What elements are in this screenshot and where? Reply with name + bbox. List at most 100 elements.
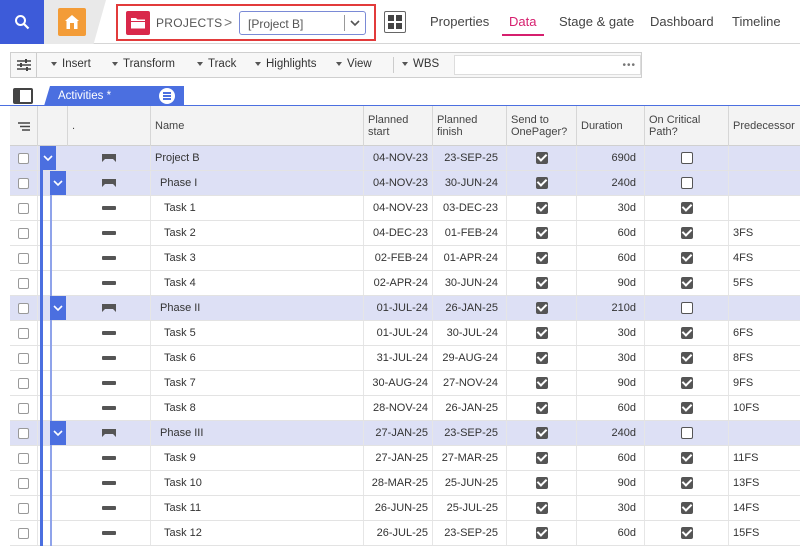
planned-finish[interactable]: 27-NOV-24 [443,377,498,389]
search-button[interactable] [0,0,44,44]
duration[interactable]: 240d [612,177,636,189]
activity-name[interactable]: Task 8 [164,402,196,414]
table-row[interactable]: Task 10 28-MAR-25 25-JUN-25 90d 13FS [10,471,800,496]
column-header-name[interactable]: Name [151,106,364,146]
row-select-checkbox[interactable] [18,152,29,164]
predecessor[interactable]: 14FS [733,502,759,514]
tab-properties[interactable]: Properties [430,14,489,29]
send-to-onepager-checkbox[interactable] [535,427,548,439]
row-select-checkbox[interactable] [18,252,29,264]
planned-start[interactable]: 30-AUG-24 [372,377,428,389]
column-header-duration[interactable]: Duration [577,106,645,146]
table-row[interactable]: Task 8 28-NOV-24 26-JAN-25 60d 10FS [10,396,800,421]
column-header-planned-finish[interactable]: Planned finish [433,106,507,146]
column-header-planned-start[interactable]: Planned start [364,106,433,146]
table-row[interactable]: Task 6 31-JUL-24 29-AUG-24 30d 8FS [10,346,800,371]
home-button[interactable] [58,8,86,36]
table-row[interactable]: Phase II 01-JUL-24 26-JAN-25 210d [10,296,800,321]
planned-start[interactable]: 02-FEB-24 [375,252,428,264]
activity-name[interactable]: Task 5 [164,327,196,339]
planned-finish[interactable]: 30-JUN-24 [445,277,498,289]
duration[interactable]: 60d [618,527,636,539]
planned-start[interactable]: 26-JUL-25 [377,527,428,539]
row-select-checkbox[interactable] [18,452,29,464]
duration[interactable]: 210d [612,302,636,314]
predecessor[interactable]: 3FS [733,227,753,239]
activity-name[interactable]: Phase II [160,302,200,314]
send-to-onepager-checkbox[interactable] [535,302,548,314]
activity-name[interactable]: Task 4 [164,277,196,289]
activity-name[interactable]: Task 10 [164,477,202,489]
expand-toggle[interactable] [50,296,66,320]
send-to-onepager-checkbox[interactable] [535,252,548,264]
more-dots-icon[interactable]: ••• [622,60,636,71]
duration[interactable]: 90d [618,377,636,389]
duration[interactable]: 60d [618,227,636,239]
planned-finish[interactable]: 01-APR-24 [444,252,498,264]
column-header-dot[interactable]: . [68,106,151,146]
table-row[interactable]: Task 11 26-JUN-25 25-JUL-25 30d 14FS [10,496,800,521]
predecessor[interactable]: 8FS [733,352,753,364]
expand-toggle[interactable] [50,421,66,445]
planned-finish[interactable]: 23-SEP-25 [444,427,498,439]
column-header-send[interactable]: Send to OnePager? [507,106,577,146]
panel-toggle-icon[interactable] [13,88,33,104]
tab-timeline[interactable]: Timeline [732,14,781,29]
activity-name[interactable]: Task 11 [164,502,201,514]
row-select-checkbox[interactable] [18,302,29,314]
activity-name[interactable]: Task 6 [164,352,196,364]
row-menu-header[interactable] [10,106,38,146]
critical-path-checkbox[interactable] [680,277,693,289]
send-to-onepager-checkbox[interactable] [535,227,548,239]
duration[interactable]: 90d [618,477,636,489]
tab-menu-icon[interactable] [159,88,175,104]
send-to-onepager-checkbox[interactable] [535,277,548,289]
row-select-checkbox[interactable] [18,427,29,439]
duration[interactable]: 90d [618,277,636,289]
duration[interactable]: 60d [618,252,636,264]
row-select-checkbox[interactable] [18,202,29,214]
send-to-onepager-checkbox[interactable] [535,177,548,189]
table-row[interactable]: Task 9 27-JAN-25 27-MAR-25 60d 11FS [10,446,800,471]
activity-name[interactable]: Task 1 [164,202,196,214]
tab-stage-gate[interactable]: Stage & gate [559,14,634,29]
planned-start[interactable]: 27-JAN-25 [375,427,428,439]
planned-start[interactable]: 27-JAN-25 [375,452,428,464]
table-row[interactable]: Task 2 04-DEC-23 01-FEB-24 60d 3FS [10,221,800,246]
menu-track[interactable]: Track [197,58,236,70]
critical-path-checkbox[interactable] [680,427,693,439]
duration[interactable]: 30d [618,352,636,364]
settings-sliders-button[interactable] [11,53,37,77]
critical-path-checkbox[interactable] [680,302,693,314]
send-to-onepager-checkbox[interactable] [535,502,548,514]
project-select[interactable]: [Project B] [239,11,366,35]
breadcrumb-projects[interactable]: PROJECTS [156,16,222,30]
table-row[interactable]: Phase III 27-JAN-25 23-SEP-25 240d [10,421,800,446]
duration[interactable]: 60d [618,402,636,414]
activity-name[interactable]: Task 2 [164,227,196,239]
critical-path-checkbox[interactable] [680,352,693,364]
planned-start[interactable]: 04-DEC-23 [373,227,428,239]
critical-path-checkbox[interactable] [680,402,693,414]
row-select-checkbox[interactable] [18,352,29,364]
activity-name[interactable]: Phase I [160,177,197,189]
planned-finish[interactable]: 30-JUL-24 [447,327,498,339]
planned-finish[interactable]: 27-MAR-25 [442,452,498,464]
planned-finish[interactable]: 01-FEB-24 [445,227,498,239]
send-to-onepager-checkbox[interactable] [535,202,548,214]
activity-name[interactable]: Task 7 [164,377,196,389]
send-to-onepager-checkbox[interactable] [535,477,548,489]
predecessor[interactable]: 6FS [733,327,753,339]
row-select-checkbox[interactable] [18,227,29,239]
expand-toggle[interactable] [50,171,66,195]
critical-path-checkbox[interactable] [680,527,693,539]
planned-start[interactable]: 01-JUL-24 [377,327,428,339]
row-select-checkbox[interactable] [18,527,29,539]
wbs-input[interactable]: ••• [454,55,641,75]
planned-finish[interactable]: 26-JAN-25 [445,402,498,414]
row-select-checkbox[interactable] [18,327,29,339]
menu-transform[interactable]: Transform [112,58,175,70]
planned-start[interactable]: 04-NOV-23 [373,177,428,189]
table-row[interactable]: Task 5 01-JUL-24 30-JUL-24 30d 6FS [10,321,800,346]
critical-path-checkbox[interactable] [680,252,693,264]
